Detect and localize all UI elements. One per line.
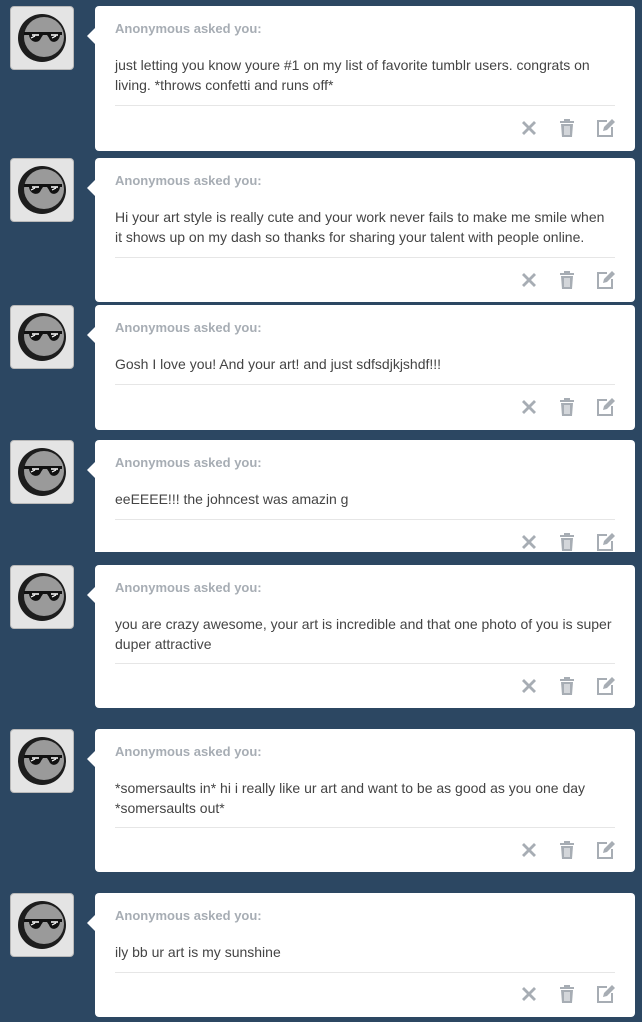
anonymous-avatar[interactable] [10, 729, 74, 793]
delete-x-icon[interactable] [519, 532, 539, 552]
asker-label: Anonymous asked you: [115, 908, 262, 923]
sunglasses-face-icon [18, 14, 66, 62]
edit-icon[interactable] [595, 840, 615, 860]
ask-card: Anonymous asked you: Hi your art style i… [87, 158, 635, 302]
question-text: Gosh I love you! And your art! and just … [115, 356, 442, 372]
delete-x-icon[interactable] [519, 676, 539, 696]
question-text: you are crazy awesome, your art is incre… [115, 616, 612, 652]
ask-actions [519, 840, 615, 860]
question-text: eeEEEE!!! the johncest was amazin g [115, 491, 349, 507]
asker-label: Anonymous asked you: [115, 455, 262, 470]
edit-icon[interactable] [595, 984, 615, 1004]
sunglasses-face-icon [18, 448, 66, 496]
trash-icon[interactable] [557, 532, 577, 552]
sunglasses-face-icon [18, 737, 66, 785]
divider [115, 519, 615, 520]
ask-card: Anonymous asked you: *somersaults in* hi… [87, 729, 635, 872]
divider [115, 384, 615, 385]
divider [115, 257, 615, 258]
trash-icon[interactable] [557, 118, 577, 138]
asker-label: Anonymous asked you: [115, 580, 262, 595]
anonymous-avatar[interactable] [10, 305, 74, 369]
trash-icon[interactable] [557, 676, 577, 696]
anonymous-avatar[interactable] [10, 893, 74, 957]
delete-x-icon[interactable] [519, 984, 539, 1004]
ask-actions [519, 397, 615, 417]
edit-icon[interactable] [595, 532, 615, 552]
sunglasses-face-icon [18, 313, 66, 361]
question-text: *somersaults in* hi i really like ur art… [115, 780, 586, 816]
question-text: Hi your art style is really cute and you… [115, 209, 605, 245]
sunglasses-face-icon [18, 166, 66, 214]
ask-card: Anonymous asked you: eeEEEE!!! the johnc… [87, 440, 635, 552]
ask-card: Anonymous asked you: you are crazy aweso… [87, 565, 635, 708]
trash-icon[interactable] [557, 984, 577, 1004]
asker-label: Anonymous asked you: [115, 21, 262, 36]
delete-x-icon[interactable] [519, 270, 539, 290]
edit-icon[interactable] [595, 270, 615, 290]
ask-card: Anonymous asked you: Gosh I love you! An… [87, 305, 635, 430]
ask-actions [519, 270, 615, 290]
edit-icon[interactable] [595, 397, 615, 417]
divider [115, 663, 615, 664]
divider [115, 972, 615, 973]
divider [115, 105, 615, 106]
delete-x-icon[interactable] [519, 397, 539, 417]
delete-x-icon[interactable] [519, 118, 539, 138]
ask-card: Anonymous asked you: ily bb ur art is my… [87, 893, 635, 1017]
trash-icon[interactable] [557, 270, 577, 290]
sunglasses-face-icon [18, 573, 66, 621]
asker-label: Anonymous asked you: [115, 320, 262, 335]
ask-actions [519, 984, 615, 1004]
ask-actions [519, 676, 615, 696]
anonymous-avatar[interactable] [10, 6, 74, 70]
ask-card: Anonymous asked you: just letting you kn… [87, 6, 635, 151]
asker-label: Anonymous asked you: [115, 744, 262, 759]
delete-x-icon[interactable] [519, 840, 539, 860]
edit-icon[interactable] [595, 118, 615, 138]
anonymous-avatar[interactable] [10, 565, 74, 629]
sunglasses-face-icon [18, 901, 66, 949]
question-text: ily bb ur art is my sunshine [115, 944, 281, 960]
ask-actions [519, 532, 615, 552]
question-text: just letting you know youre #1 on my lis… [115, 57, 590, 93]
ask-actions [519, 118, 615, 138]
trash-icon[interactable] [557, 840, 577, 860]
anonymous-avatar[interactable] [10, 440, 74, 504]
edit-icon[interactable] [595, 676, 615, 696]
divider [115, 827, 615, 828]
anonymous-avatar[interactable] [10, 158, 74, 222]
asker-label: Anonymous asked you: [115, 173, 262, 188]
trash-icon[interactable] [557, 397, 577, 417]
